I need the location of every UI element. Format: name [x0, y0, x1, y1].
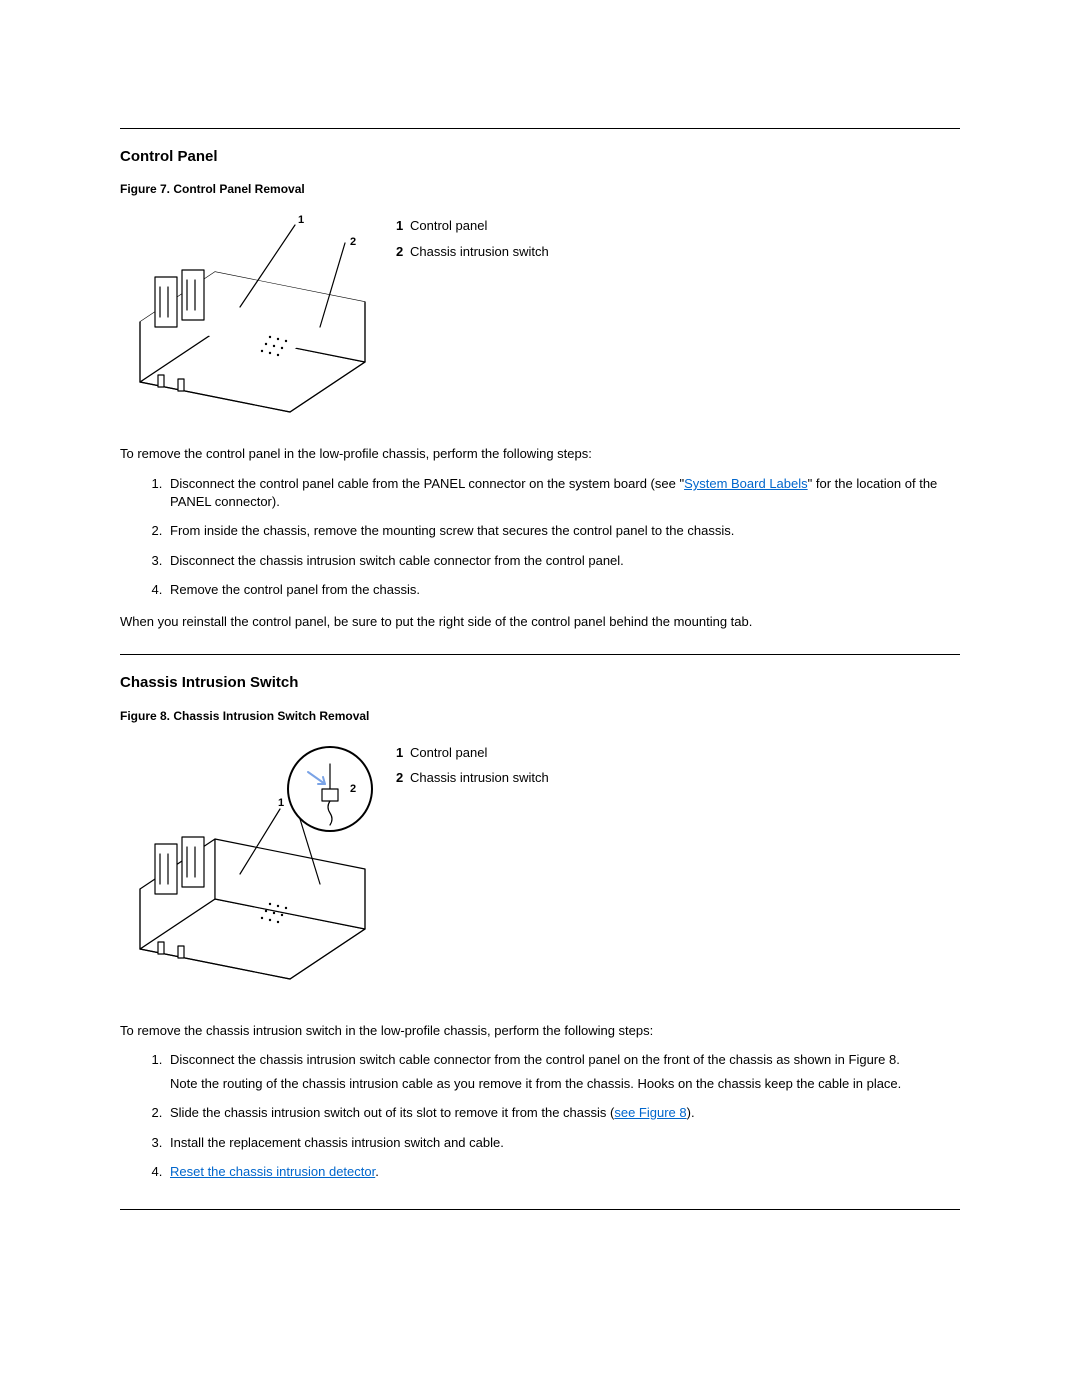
figure8-caption: Figure 8. Chassis Intrusion Switch Remov…: [120, 708, 960, 724]
legend-number: 1: [396, 744, 410, 762]
figure8-legend: 1 Control panel 2 Chassis intrusion swit…: [396, 734, 549, 795]
legend-number: 2: [396, 769, 410, 787]
step: From inside the chassis, remove the moun…: [166, 522, 960, 540]
figure8-illustration: 1 2: [120, 734, 380, 994]
step-text: Disconnect the chassis intrusion switch …: [170, 1052, 900, 1067]
step-text: ).: [687, 1105, 695, 1120]
figure7-row: 1 2 1 Control panel 2 Chassis intrusion …: [120, 207, 960, 417]
step-text: Disconnect the control panel cable from …: [170, 476, 684, 491]
step-text: Slide the chassis intrusion switch out o…: [170, 1105, 614, 1120]
svg-text:1: 1: [278, 797, 284, 809]
step-subnote: Note the routing of the chassis intrusio…: [170, 1075, 960, 1093]
legend-item: 2 Chassis intrusion switch: [396, 243, 549, 261]
section-control-panel: Control Panel Figure 7. Control Panel Re…: [120, 147, 960, 630]
top-rule: [120, 128, 960, 129]
step-text: .: [375, 1164, 379, 1179]
section2-intro: To remove the chassis intrusion switch i…: [120, 1022, 960, 1040]
step: Disconnect the chassis intrusion switch …: [166, 552, 960, 570]
legend-item: 1 Control panel: [396, 744, 549, 762]
heading-chassis-intrusion: Chassis Intrusion Switch: [120, 673, 960, 693]
figure8-row: 1 2 1 Control panel 2 Chassis intrusion …: [120, 734, 960, 994]
link-system-board-labels[interactable]: System Board Labels: [684, 476, 808, 491]
svg-text:1: 1: [298, 214, 304, 226]
svg-text:2: 2: [350, 236, 356, 248]
step: Install the replacement chassis intrusio…: [166, 1134, 960, 1152]
legend-item: 2 Chassis intrusion switch: [396, 769, 549, 787]
legend-text: Control panel: [410, 217, 487, 235]
legend-text: Chassis intrusion switch: [410, 243, 549, 261]
mid-rule: [120, 654, 960, 655]
section1-steps: Disconnect the control panel cable from …: [120, 475, 960, 599]
heading-control-panel: Control Panel: [120, 147, 960, 167]
legend-text: Chassis intrusion switch: [410, 769, 549, 787]
step: Reset the chassis intrusion detector.: [166, 1163, 960, 1181]
section-chassis-intrusion: Chassis Intrusion Switch Figure 8. Chass…: [120, 673, 960, 1181]
figure7-caption: Figure 7. Control Panel Removal: [120, 181, 960, 197]
figure7-illustration: 1 2: [120, 207, 380, 417]
document-page: Control Panel Figure 7. Control Panel Re…: [0, 0, 1080, 1397]
step: Disconnect the control panel cable from …: [166, 475, 960, 510]
bottom-rule: [120, 1209, 960, 1210]
section1-note: When you reinstall the control panel, be…: [120, 613, 960, 631]
section2-steps: Disconnect the chassis intrusion switch …: [120, 1051, 960, 1181]
legend-text: Control panel: [410, 744, 487, 762]
link-reset-intrusion-detector[interactable]: Reset the chassis intrusion detector: [170, 1164, 375, 1179]
legend-item: 1 Control panel: [396, 217, 549, 235]
step: Slide the chassis intrusion switch out o…: [166, 1104, 960, 1122]
figure7-legend: 1 Control panel 2 Chassis intrusion swit…: [396, 207, 549, 268]
section1-intro: To remove the control panel in the low-p…: [120, 445, 960, 463]
legend-number: 1: [396, 217, 410, 235]
step: Disconnect the chassis intrusion switch …: [166, 1051, 960, 1092]
legend-number: 2: [396, 243, 410, 261]
svg-text:2: 2: [350, 783, 356, 795]
step: Remove the control panel from the chassi…: [166, 581, 960, 599]
link-see-figure-8[interactable]: see Figure 8: [614, 1105, 686, 1120]
